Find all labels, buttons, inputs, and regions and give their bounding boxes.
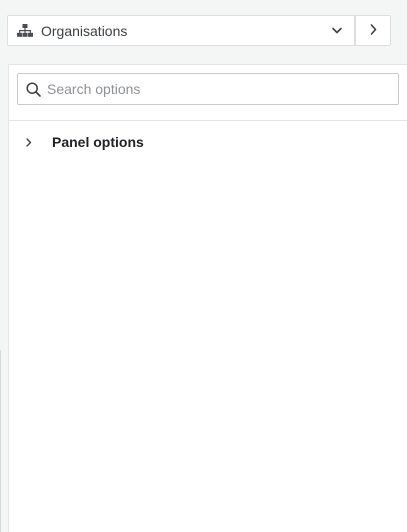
search-input[interactable] xyxy=(47,74,398,104)
organisation-selector[interactable]: Organisations xyxy=(7,15,355,46)
options-pane: Organisations Search options Panel optio… xyxy=(0,0,407,532)
organisation-selector-label: Organisations xyxy=(41,22,128,39)
organisation-hierarchy-icon xyxy=(16,24,34,38)
section-panel-options[interactable]: Panel options xyxy=(9,131,407,153)
chevron-down-icon xyxy=(330,24,344,38)
pane-divider[interactable] xyxy=(0,350,1,532)
chevron-right-icon xyxy=(24,137,34,147)
search-bar xyxy=(9,65,407,121)
search-icon xyxy=(25,81,41,97)
chevron-right-icon xyxy=(370,22,377,40)
collapse-pane-button[interactable] xyxy=(355,15,391,46)
section-title: Panel options xyxy=(52,134,144,150)
search-box xyxy=(17,73,399,105)
options-panel: Panel options xyxy=(8,64,407,532)
